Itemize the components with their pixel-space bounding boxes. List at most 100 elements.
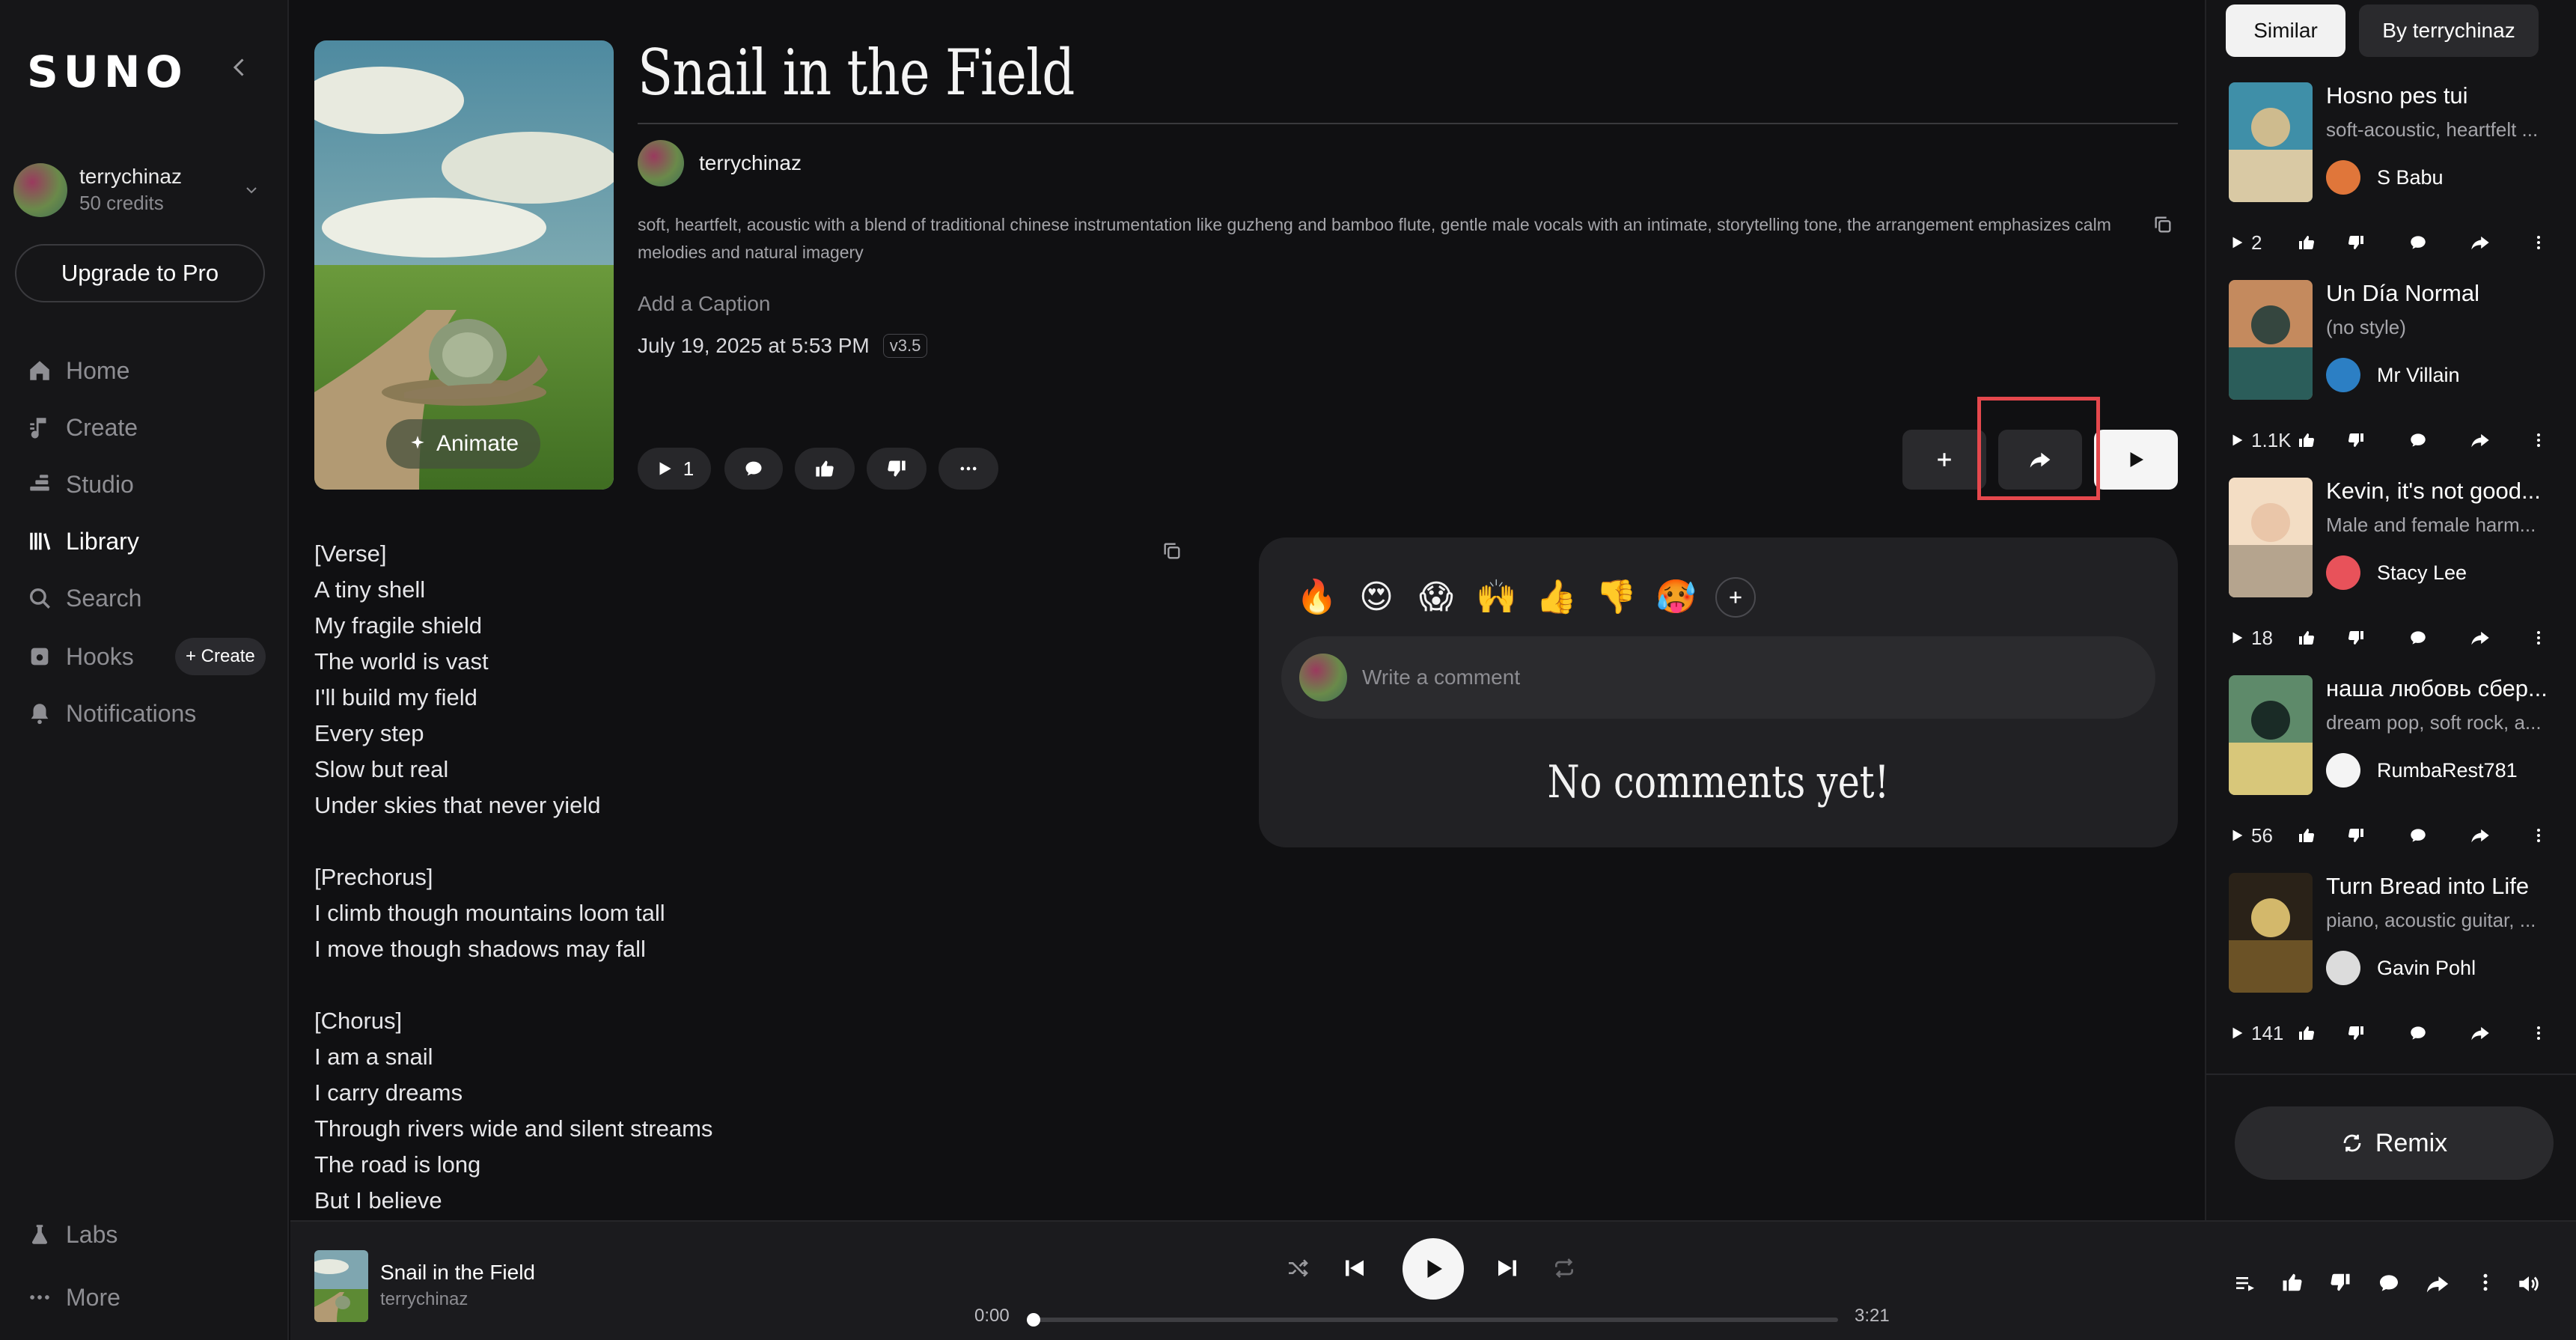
similar-song-user[interactable]: S Babu xyxy=(2326,160,2444,195)
user-menu[interactable]: terrychinaz 50 credits xyxy=(13,159,268,223)
share-icon[interactable] xyxy=(2470,1023,2530,1044)
play-song-button[interactable] xyxy=(2094,430,2178,490)
tab-similar[interactable]: Similar xyxy=(2226,4,2345,57)
more-vertical-icon[interactable] xyxy=(2530,234,2552,252)
nav-search[interactable]: Search xyxy=(27,579,274,617)
thumbs-down-icon[interactable] xyxy=(2347,431,2408,449)
collapse-sidebar-icon[interactable] xyxy=(226,54,253,81)
comment-icon[interactable] xyxy=(2408,628,2470,648)
player-play-button[interactable] xyxy=(1403,1238,1464,1300)
progress-handle[interactable] xyxy=(1027,1313,1040,1327)
nav-labs[interactable]: Labs xyxy=(27,1216,274,1253)
thumbs-up-icon[interactable] xyxy=(2281,1271,2304,1294)
nav-library[interactable]: Library xyxy=(27,523,274,560)
add-caption-field[interactable]: Add a Caption xyxy=(638,292,770,316)
similar-song-item[interactable]: наша любовь сбер... dream pop, soft rock,… xyxy=(2229,675,2576,874)
comment-input[interactable]: Write a comment xyxy=(1281,636,2155,719)
thumbs-down-icon[interactable] xyxy=(2347,629,2408,647)
more-vertical-icon[interactable] xyxy=(2530,431,2552,449)
similar-song-title[interactable]: Un Día Normal xyxy=(2326,280,2566,307)
similar-song-item[interactable]: Turn Bread into Life piano, acoustic guit… xyxy=(2229,873,2576,1071)
comment-icon[interactable] xyxy=(2408,430,2470,450)
player-song-title[interactable]: Snail in the Field xyxy=(380,1261,535,1285)
copy-icon[interactable] xyxy=(2152,214,2173,235)
repeat-icon[interactable] xyxy=(1552,1256,1576,1280)
more-options-button[interactable] xyxy=(938,448,998,490)
nav-more[interactable]: More xyxy=(27,1279,274,1316)
thumbs-up-icon[interactable] xyxy=(2298,629,2347,647)
similar-song-item[interactable]: Hosno pes tui soft-acoustic, heartfelt ..… xyxy=(2229,82,2576,281)
more-vertical-icon[interactable] xyxy=(2530,1024,2552,1042)
player-artist[interactable]: terrychinaz xyxy=(380,1289,468,1310)
emoji-reaction-button[interactable]: 👍 xyxy=(1536,575,1577,620)
similar-song-title[interactable]: Hosno pes tui xyxy=(2326,82,2566,109)
add-reaction-button[interactable] xyxy=(1715,577,1756,618)
play-count-button[interactable]: 1.1K xyxy=(2229,429,2298,452)
thumbs-up-icon[interactable] xyxy=(2298,431,2347,449)
thumbs-up-icon[interactable] xyxy=(2298,826,2347,844)
emoji-reaction-button[interactable]: 🥵 xyxy=(1655,575,1697,620)
nav-notifications[interactable]: Notifications xyxy=(27,695,274,732)
similar-song-item[interactable]: Kevin, it's not good... Male and female h… xyxy=(2229,478,2576,676)
play-count-button[interactable]: 56 xyxy=(2229,824,2298,847)
more-vertical-icon[interactable] xyxy=(2530,629,2552,647)
emoji-reaction-button[interactable]: 😍 xyxy=(1356,575,1397,620)
thumbs-up-icon[interactable] xyxy=(2298,234,2347,252)
queue-icon[interactable] xyxy=(2233,1271,2257,1295)
play-count-button[interactable]: 18 xyxy=(2229,627,2298,650)
comment-icon[interactable] xyxy=(2408,826,2470,845)
emoji-reaction-button[interactable]: 🔥 xyxy=(1296,575,1337,620)
like-button[interactable] xyxy=(795,448,855,490)
share-icon[interactable] xyxy=(2470,430,2530,451)
animate-button[interactable]: Animate xyxy=(386,419,540,469)
comment-icon[interactable] xyxy=(2408,1023,2470,1043)
hooks-create-button[interactable]: + Create xyxy=(175,638,266,675)
more-vertical-icon[interactable] xyxy=(2530,826,2552,844)
thumbs-down-icon[interactable] xyxy=(2347,826,2408,844)
similar-song-title[interactable]: Turn Bread into Life xyxy=(2326,873,2566,900)
shuffle-icon[interactable] xyxy=(1286,1256,1310,1280)
share-icon[interactable] xyxy=(2470,627,2530,648)
similar-song-user[interactable]: Stacy Lee xyxy=(2326,555,2467,590)
similar-song-user[interactable]: Mr Villain xyxy=(2326,358,2460,392)
song-thumbnail[interactable] xyxy=(2229,82,2313,202)
share-icon[interactable] xyxy=(2425,1271,2450,1297)
play-count-button[interactable]: 2 xyxy=(2229,231,2298,255)
similar-song-user[interactable]: Gavin Pohl xyxy=(2326,951,2476,985)
nav-home[interactable]: Home xyxy=(27,352,274,389)
artist-link[interactable]: terrychinaz xyxy=(638,139,802,187)
emoji-reaction-button[interactable]: 😱 xyxy=(1416,575,1456,620)
dislike-button[interactable] xyxy=(867,448,927,490)
progress-bar[interactable] xyxy=(1033,1318,1838,1322)
comment-button[interactable] xyxy=(724,448,783,490)
share-icon[interactable] xyxy=(2470,232,2530,253)
song-thumbnail[interactable] xyxy=(2229,280,2313,400)
tab-by-artist[interactable]: By terrychinaz xyxy=(2359,4,2539,57)
upgrade-button[interactable]: Upgrade to Pro xyxy=(15,244,265,302)
thumbs-down-icon[interactable] xyxy=(2347,1024,2408,1042)
song-thumbnail[interactable] xyxy=(2229,675,2313,795)
copy-icon[interactable] xyxy=(1162,540,1182,561)
thumbs-up-icon[interactable] xyxy=(2298,1024,2347,1042)
emoji-reaction-button[interactable]: 👎 xyxy=(1596,575,1637,620)
play-count-button[interactable]: 1 xyxy=(638,448,711,490)
comment-icon[interactable] xyxy=(2408,233,2470,252)
similar-song-title[interactable]: Kevin, it's not good... xyxy=(2326,478,2566,505)
add-to-playlist-button[interactable] xyxy=(1902,430,1986,490)
volume-icon[interactable] xyxy=(2516,1271,2542,1297)
similar-song-user[interactable]: RumbaRest781 xyxy=(2326,753,2518,788)
nav-studio[interactable]: Studio xyxy=(27,466,274,503)
play-count-button[interactable]: 141 xyxy=(2229,1022,2298,1045)
suno-logo[interactable]: SUNO xyxy=(27,46,188,97)
nav-create[interactable]: Create xyxy=(27,409,274,446)
song-thumbnail[interactable] xyxy=(2229,478,2313,597)
song-thumbnail[interactable] xyxy=(2229,873,2313,993)
share-icon[interactable] xyxy=(2470,825,2530,846)
similar-song-title[interactable]: наша любовь сбер... xyxy=(2326,675,2566,702)
remix-button[interactable]: Remix xyxy=(2235,1106,2554,1180)
emoji-reaction-button[interactable]: 🙌 xyxy=(1476,575,1517,620)
thumbs-down-icon[interactable] xyxy=(2347,234,2408,252)
comment-icon[interactable] xyxy=(2377,1271,2401,1295)
player-cover[interactable] xyxy=(314,1250,368,1322)
next-track-icon[interactable] xyxy=(1494,1255,1521,1282)
